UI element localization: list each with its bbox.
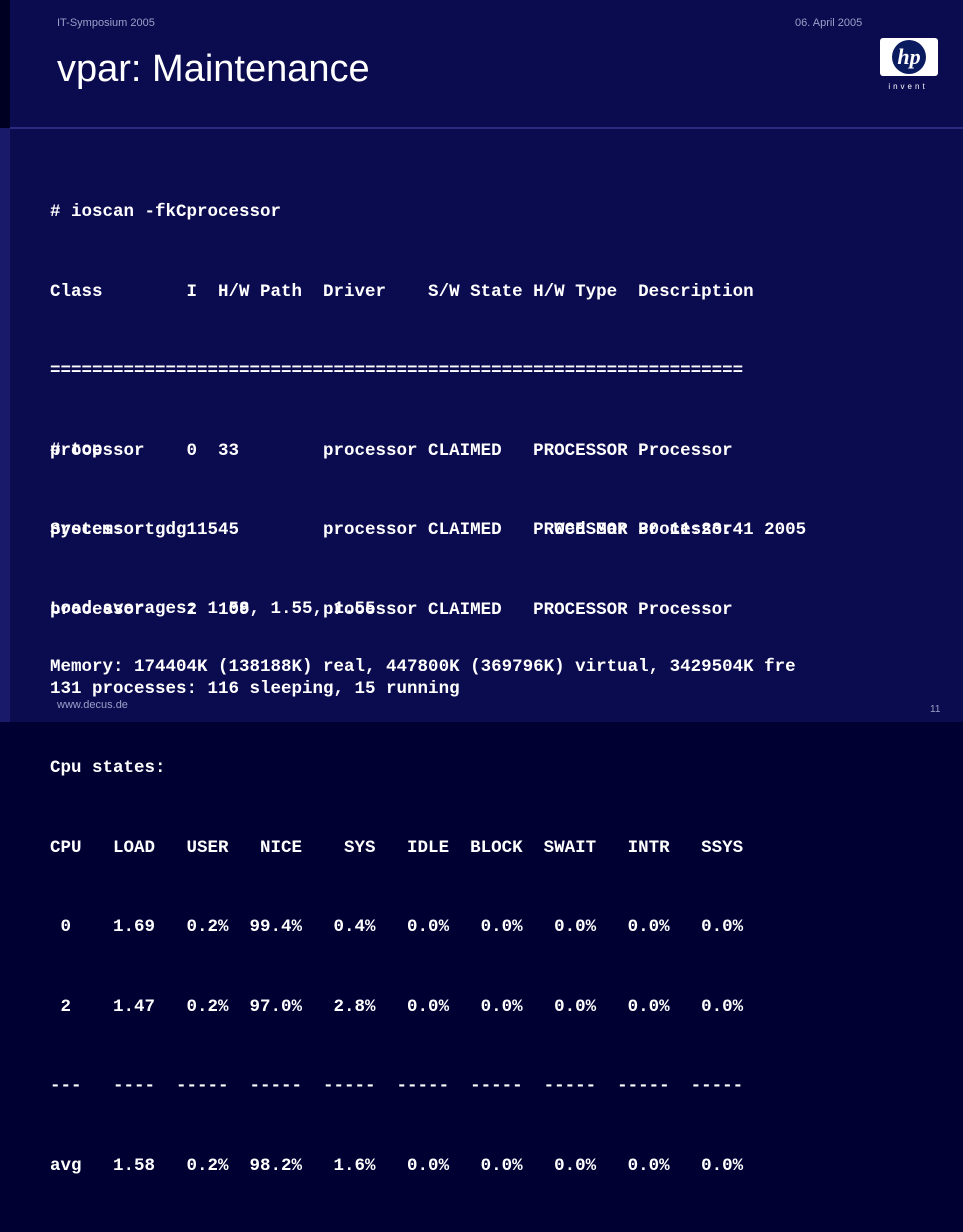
ioscan-header: Class I H/W Path Driver S/W State H/W Ty… [50,281,754,302]
top-cpu-row: 0 1.69 0.2% 99.4% 0.4% 0.0% 0.0% 0.0% 0.… [50,917,744,937]
ioscan-separator: ========================================… [50,361,744,381]
top-system-line: System: rtgdg115 Wed Mar 30 11:23:41 200… [50,519,807,540]
slide-title: vpar: Maintenance [57,48,370,90]
ioscan-command: # ioscan -fkCprocessor [50,202,282,222]
slide: IT-Symposium 2005 06. April 2005 vpar: M… [0,0,963,1176]
top-cpu-header: CPU LOAD USER NICE SYS IDLE BLOCK SWAIT … [50,837,744,858]
top-cpu-row: 2 1.47 0.2% 97.0% 2.8% 0.0% 0.0% 0.0% 0.… [50,996,744,1017]
top-command: # top [50,440,103,460]
top-cpu-separator: --- ---- ----- ----- ----- ----- ----- -… [50,1076,744,1096]
event-date: 06. April 2005 [795,17,863,29]
page-number: 11 [930,704,941,715]
hp-invent-logo: hp invent [872,38,944,100]
top-output: # top System: rtgdg115 Wed Mar 30 11:23:… [50,384,806,1232]
top-load-averages: Load averages: 1.58, 1.55, 1.55 [50,599,376,619]
logo-tagline: invent [888,82,928,91]
top-cpu-avg-row: avg 1.58 0.2% 98.2% 1.6% 0.0% 0.0% 0.0% … [50,1155,744,1176]
footer-site: www.decus.de [57,699,128,711]
top-memory-line: Memory: 174404K (138188K) real, 447800K … [50,657,796,677]
top-cpu-states-label: Cpu states: [50,758,166,778]
header-divider [10,127,963,129]
event-name: IT-Symposium 2005 [57,17,155,29]
hp-logo-icon: hp [892,40,926,74]
side-accent [0,128,10,722]
